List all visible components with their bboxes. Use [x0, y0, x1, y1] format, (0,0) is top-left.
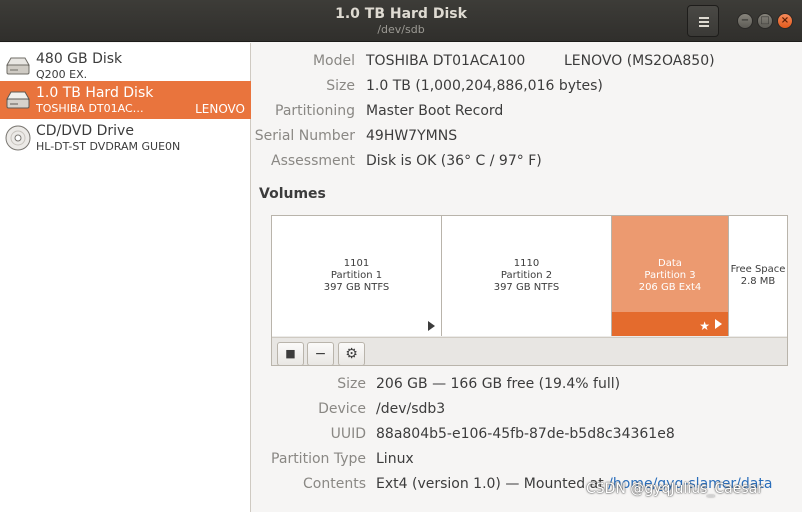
partition-label: 1101	[343, 258, 370, 269]
partition-type-value: Linux	[376, 451, 414, 467]
partition-number: Partition 3	[644, 270, 696, 281]
partition-number: Partition 2	[500, 270, 553, 281]
partition-settings-button[interactable]: ⚙	[338, 342, 365, 366]
menu-icon-line	[699, 17, 709, 19]
play-arrow-icon	[428, 321, 435, 331]
maximize-button[interactable]: □	[757, 13, 773, 29]
star-icon: ★	[699, 319, 710, 333]
partition-3[interactable]: Data Partition 3 206 GB Ext4 ★	[612, 216, 729, 336]
contents-text: Ext4 (version 1.0) — Mounted at	[376, 476, 609, 492]
window-title: 1.0 TB Hard Disk	[335, 6, 467, 22]
serial-value: 49HW7YMNS	[366, 128, 458, 144]
assessment-label: Assessment	[271, 153, 355, 169]
unmount-button[interactable]: ■	[277, 342, 304, 366]
volumes-heading: Volumes	[259, 186, 326, 202]
model-value: TOSHIBA DT01ACA100	[366, 53, 526, 69]
free-space-size: 2.8 MB	[740, 276, 776, 287]
header-bar: 1.0 TB Hard Disk /dev/sdb − □ ×	[0, 0, 802, 42]
menu-icon-line	[699, 25, 709, 27]
uuid-label: UUID	[330, 426, 366, 442]
volume-toolbar: ■ − ⚙	[272, 337, 787, 366]
free-space[interactable]: Free Space 2.8 MB	[729, 216, 787, 336]
partitioning-value: Master Boot Record	[366, 103, 504, 119]
partition-size: 397 GB NTFS	[493, 282, 560, 293]
window-subtitle: /dev/sdb	[377, 23, 425, 36]
partitioning-label: Partitioning	[275, 103, 355, 119]
size-label: Size	[326, 78, 355, 94]
close-button[interactable]: ×	[777, 13, 793, 29]
menu-icon-line	[699, 21, 709, 23]
uuid-value: 88a804b5-e106-45fb-87de-b5d8c34361e8	[376, 426, 675, 442]
contents-label: Contents	[303, 476, 366, 492]
partition-2[interactable]: 1110 Partition 2 397 GB NTFS	[442, 216, 612, 336]
minimize-button[interactable]: −	[737, 13, 753, 29]
drive-model: Q200 EX.	[36, 68, 88, 81]
partition-number: Partition 1	[330, 270, 383, 281]
partition-size-label: Size	[337, 376, 366, 392]
partition-label: 1110	[513, 258, 540, 269]
partition-type-label: Partition Type	[271, 451, 366, 467]
model-vendor: LENOVO (MS2OA850)	[564, 53, 715, 69]
assessment-value: Disk is OK (36° C / 97° F)	[366, 153, 542, 169]
serial-label: Serial Number	[254, 128, 355, 144]
model-label: Model	[312, 53, 355, 69]
device-value: /dev/sdb3	[376, 401, 446, 417]
volume-map: 1101 Partition 1 397 GB NTFS 1110 Partit…	[271, 215, 788, 366]
partition-1[interactable]: 1101 Partition 1 397 GB NTFS	[272, 216, 442, 336]
hard-disk-icon	[6, 91, 30, 109]
hamburger-menu-button[interactable]	[687, 5, 719, 37]
free-space-label: Free Space	[730, 264, 786, 275]
partition-size: 397 GB NTFS	[323, 282, 390, 293]
hard-disk-icon	[6, 57, 30, 75]
selection-bar	[612, 312, 728, 336]
size-value: 1.0 TB (1,000,204,886,016 bytes)	[366, 78, 603, 94]
delete-partition-button[interactable]: −	[307, 342, 334, 366]
watermark: CSDN @gyqJulius_Caesar	[586, 481, 763, 497]
partition-label: Data	[658, 258, 682, 269]
play-arrow-icon	[715, 319, 722, 329]
device-label: Device	[318, 401, 366, 417]
optical-disc-icon	[5, 125, 31, 151]
partition-size-value: 206 GB — 166 GB free (19.4% full)	[376, 376, 621, 392]
partition-size: 206 GB Ext4	[638, 282, 702, 293]
